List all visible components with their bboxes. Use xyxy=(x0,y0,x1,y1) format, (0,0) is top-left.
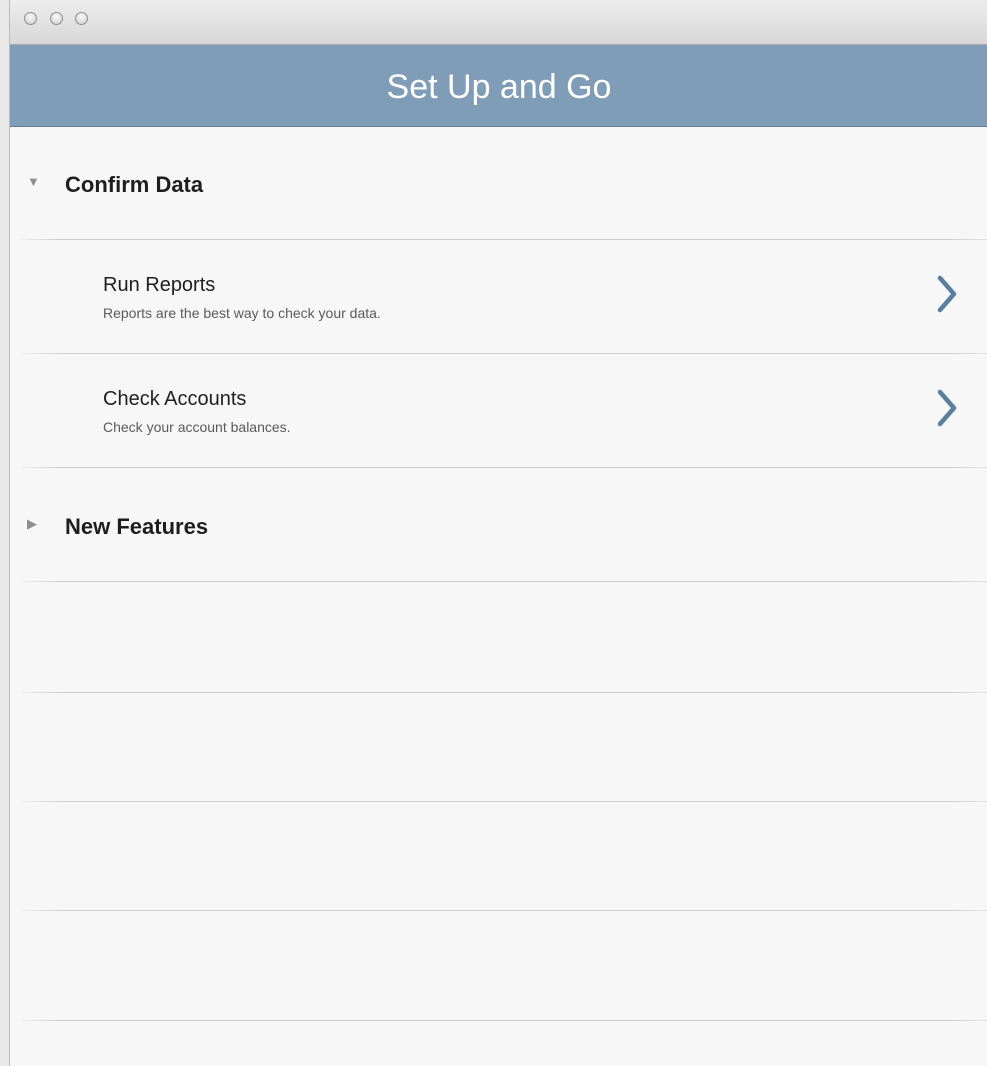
list-item-check-accounts[interactable]: Check Accounts Check your account balanc… xyxy=(10,354,987,467)
section-header-confirm-data[interactable]: ▼ Confirm Data xyxy=(10,127,987,239)
list-item-title: Run Reports xyxy=(103,274,216,296)
divider xyxy=(22,581,987,582)
list-item-subtitle: Check your account balances. xyxy=(103,419,291,435)
window-title-bar xyxy=(10,0,987,45)
divider xyxy=(22,910,987,911)
divider xyxy=(22,1020,987,1021)
divider xyxy=(22,801,987,802)
list-item-run-reports[interactable]: Run Reports Reports are the best way to … xyxy=(10,240,987,353)
section-title: New Features xyxy=(65,514,209,539)
chevron-right-icon xyxy=(937,275,957,313)
list-item-title: Check Accounts xyxy=(103,388,247,410)
setup-list: ▼ Confirm Data Run Reports Reports are t… xyxy=(10,127,987,1066)
minimize-window-button[interactable] xyxy=(50,12,63,25)
zoom-window-button[interactable] xyxy=(75,12,88,25)
chevron-right-icon xyxy=(937,389,957,427)
divider xyxy=(22,692,987,693)
close-window-button[interactable] xyxy=(24,12,37,25)
page-title: Set Up and Go xyxy=(386,68,612,106)
list-item-subtitle: Reports are the best way to check your d… xyxy=(103,305,381,321)
app-window: Set Up and Go ▼ Confirm Data Run Reports… xyxy=(9,0,987,1066)
triangle-right-icon: ▶ xyxy=(27,516,37,531)
triangle-down-icon: ▼ xyxy=(27,174,40,189)
section-title: Confirm Data xyxy=(65,172,204,197)
header-bar: Set Up and Go xyxy=(10,45,987,127)
section-header-new-features[interactable]: ▶ New Features xyxy=(10,468,987,580)
